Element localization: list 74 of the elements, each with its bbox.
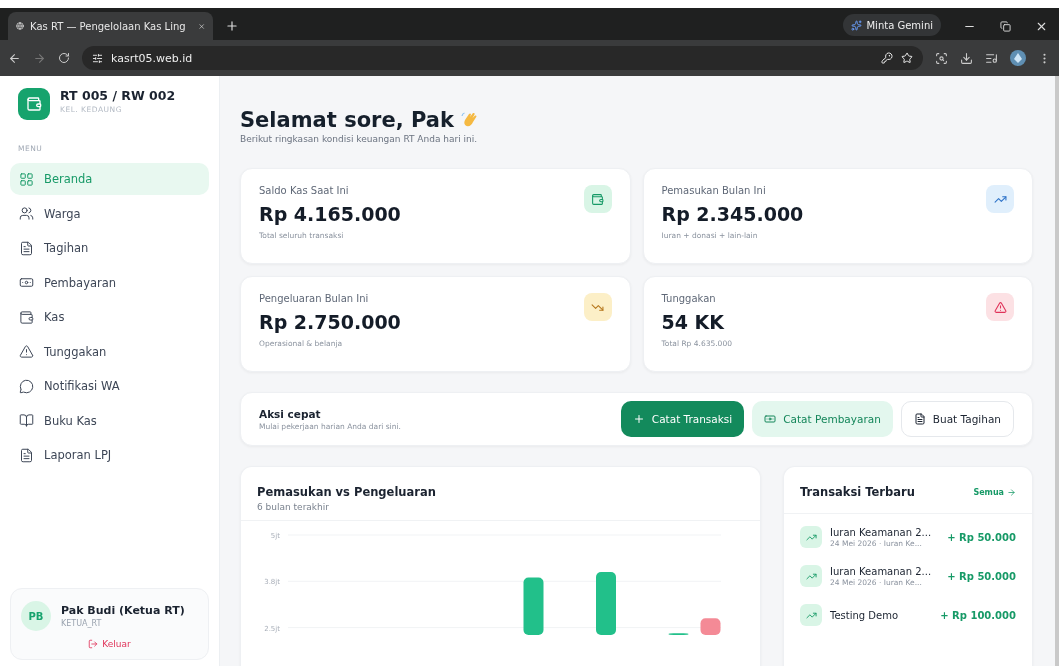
- logout-icon: [88, 639, 99, 649]
- sidebar-item[interactable]: Kas: [10, 301, 209, 333]
- address-bar[interactable]: kasrt05.web.id: [82, 46, 923, 70]
- banknote-icon: [764, 413, 777, 425]
- document-icon: [19, 447, 34, 463]
- stat-label: Saldo Kas Saat Ini: [259, 185, 350, 196]
- quick-actions-title: Aksi cepat: [259, 407, 322, 420]
- stat-label: Pengeluaran Bulan Ini: [259, 293, 370, 304]
- greeting-subtitle: Berikut ringkasan kondisi keuangan RT Anda hari ini.: [240, 134, 479, 144]
- star-icon[interactable]: [901, 52, 913, 64]
- trend-up-icon: [800, 526, 822, 548]
- transactions-title: Transaksi Terbaru: [800, 485, 915, 499]
- greeting-title: Selamat sore, Pak: [240, 108, 454, 132]
- restore-icon[interactable]: [999, 20, 1011, 32]
- org-name: RT 005 / RW 002: [60, 88, 176, 103]
- key-icon[interactable]: [881, 52, 893, 64]
- chat-icon: [19, 378, 34, 394]
- users-icon: [19, 206, 34, 221]
- back-icon[interactable]: [8, 51, 21, 65]
- stat-label: Tunggakan: [661, 293, 717, 304]
- sidebar-item[interactable]: Tunggakan: [10, 335, 209, 368]
- new-tab-icon[interactable]: [225, 19, 239, 33]
- banknote-icon: [19, 275, 34, 290]
- document-icon: [19, 240, 34, 256]
- sparkle-icon: [851, 19, 863, 31]
- sidebar-item[interactable]: Pembayaran: [10, 266, 209, 299]
- sidebar-item[interactable]: Notifikasi WA: [10, 370, 209, 402]
- document-icon: [913, 413, 926, 425]
- sidebar-item[interactable]: Buku Kas: [10, 404, 209, 437]
- user-name: Pak Budi (Ketua RT): [61, 604, 185, 617]
- transaction-title: Testing Demo: [830, 609, 900, 621]
- warning-icon: [19, 344, 34, 359]
- globe-icon: [16, 20, 24, 32]
- transaction-amount: + Rp 50.000: [947, 570, 1016, 582]
- site-settings-icon[interactable]: [92, 52, 103, 64]
- action-button[interactable]: Buat Tagihan: [900, 401, 1014, 437]
- stat-value: Rp 4.165.000: [259, 203, 401, 225]
- grid-icon: [19, 171, 34, 187]
- logout-link[interactable]: Keluar: [88, 639, 131, 649]
- see-all-link[interactable]: Semua: [973, 487, 1016, 497]
- url-text: kasrt05.web.id: [111, 51, 193, 65]
- plus-icon: [632, 413, 645, 425]
- action-button[interactable]: Catat Pembayaran: [752, 401, 893, 437]
- reload-icon[interactable]: [58, 52, 70, 64]
- user-role: KETUA_RT: [61, 619, 103, 628]
- chart-subtitle: 6 bulan terakhir: [257, 502, 330, 512]
- user-avatar: PB: [21, 601, 51, 631]
- profile-icon[interactable]: [1010, 50, 1026, 66]
- wallet-icon: [19, 309, 34, 325]
- sidebar-item[interactable]: Tagihan: [10, 232, 209, 264]
- download-icon[interactable]: [960, 51, 973, 65]
- chart-title: Pemasukan vs Pengeluaran: [257, 485, 437, 499]
- logo-icon: [18, 88, 50, 120]
- lens-icon[interactable]: [935, 51, 948, 65]
- transaction-amount: + Rp 100.000: [940, 609, 1016, 621]
- stat-value: Rp 2.345.000: [661, 203, 804, 225]
- trend-up-icon: [800, 604, 822, 626]
- transaction-title: Iuran Keamanan 2...: [830, 565, 933, 577]
- action-button[interactable]: Catat Transaksi: [620, 401, 745, 437]
- sidebar-item[interactable]: Laporan LPJ: [10, 439, 209, 471]
- forward-icon[interactable]: [33, 51, 46, 65]
- stat-value: Rp 2.750.000: [259, 311, 401, 333]
- sidebar-item[interactable]: Warga: [10, 197, 209, 230]
- playlist-icon[interactable]: [985, 51, 998, 65]
- arrow-icon: [1007, 487, 1016, 497]
- tab-title: Kas RT — Pengelolaan Kas Ling: [30, 20, 186, 32]
- transaction-title: Iuran Keamanan 2...: [830, 526, 933, 538]
- browser-tab[interactable]: Kas RT — Pengelolaan Kas Ling: [8, 12, 213, 40]
- stat-label: Pemasukan Bulan Ini: [661, 185, 767, 196]
- gemini-button[interactable]: Minta Gemini: [843, 14, 941, 36]
- trend-up-icon: [800, 565, 822, 587]
- stat-value: 54 KK: [661, 311, 725, 333]
- book-icon: [19, 413, 34, 428]
- transaction-amount: + Rp 50.000: [947, 531, 1016, 543]
